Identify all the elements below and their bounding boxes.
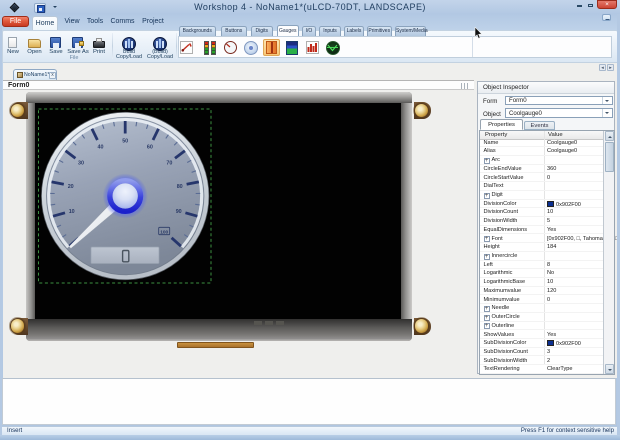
svg-text:30: 30 bbox=[78, 161, 84, 167]
svg-text:10: 10 bbox=[69, 209, 75, 215]
svg-text:100: 100 bbox=[160, 229, 168, 235]
svg-text:20: 20 bbox=[68, 184, 74, 190]
svg-text:40: 40 bbox=[98, 145, 104, 151]
svg-text:90: 90 bbox=[176, 209, 182, 215]
svg-text:50: 50 bbox=[122, 139, 128, 145]
svg-text:80: 80 bbox=[177, 184, 183, 190]
svg-text:60: 60 bbox=[147, 145, 153, 151]
svg-text:70: 70 bbox=[166, 161, 172, 167]
